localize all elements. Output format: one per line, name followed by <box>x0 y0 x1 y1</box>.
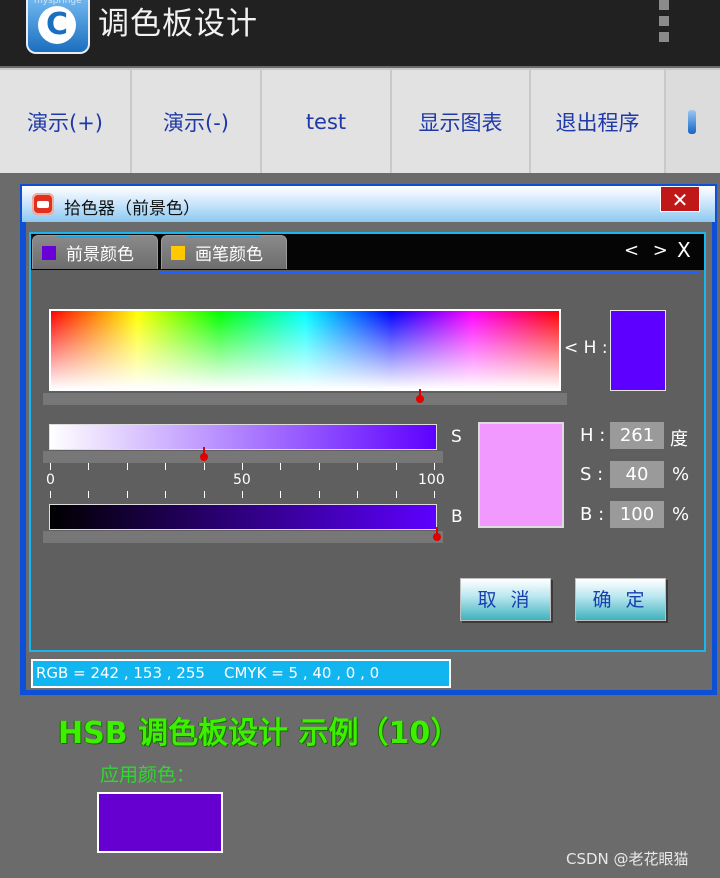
tab-nav-arrows[interactable]: < > <box>624 240 672 261</box>
brightness-slider-thumb[interactable] <box>433 527 441 541</box>
scale-tick <box>280 463 281 470</box>
scale-tick <box>88 491 89 498</box>
saturation-axis-label: S <box>451 427 462 447</box>
scale-tick <box>50 463 51 470</box>
toolbar: 演示(+) 演示(-) test 显示图表 退出程序 <box>0 68 720 173</box>
saturation-bar[interactable] <box>49 424 437 450</box>
app-icon-letter: C <box>38 6 76 44</box>
tab-foreground-color[interactable]: 前景颜色 <box>32 235 158 269</box>
scale-tick <box>280 491 281 498</box>
scale-tick <box>319 491 320 498</box>
scale-tick <box>357 491 358 498</box>
scale-tick <box>127 463 128 470</box>
test-button[interactable]: test <box>262 70 392 173</box>
scale-tick <box>242 491 243 498</box>
calendar-icon <box>32 193 54 215</box>
h-field-label: H : <box>580 425 606 446</box>
tab-close-button[interactable]: X <box>677 238 691 262</box>
saturation-slider-track[interactable] <box>43 447 443 463</box>
tab-brush-color[interactable]: 画笔颜色 <box>161 235 287 269</box>
app-logo-icon: myspringe C <box>26 0 90 54</box>
exit-program-button[interactable]: 退出程序 <box>531 70 666 173</box>
scale-label: 100 <box>418 472 445 488</box>
scale-tick <box>204 491 205 498</box>
demo-title: HSB 调色板设计 示例（10） <box>58 716 461 751</box>
scale-tick <box>357 463 358 470</box>
b-value-input[interactable]: 100 <box>610 501 664 528</box>
scale-tick <box>396 463 397 470</box>
color-values-text: RGB = 242 , 153 , 255 CMYK = 5 , 40 , 0 … <box>36 664 380 682</box>
scale-label: 50 <box>233 472 251 488</box>
b-field-label: B : <box>580 504 605 525</box>
dialog-title: 拾色器（前景色） <box>64 199 200 219</box>
toolbar-scroll-indicator[interactable] <box>688 110 696 134</box>
scale-tick <box>319 463 320 470</box>
tab-accent <box>188 236 260 238</box>
scale-tick <box>165 491 166 498</box>
brush-swatch-icon <box>171 245 185 260</box>
scale-tick <box>204 463 205 470</box>
tab-accent <box>58 236 130 238</box>
brightness-bar[interactable] <box>49 504 437 530</box>
scale-tick <box>434 463 435 470</box>
demo-plus-button[interactable]: 演示(+) <box>0 70 132 173</box>
overflow-menu-icon[interactable] <box>652 0 676 44</box>
tab-label: 前景颜色 <box>66 245 134 265</box>
tab-label: 画笔颜色 <box>195 245 263 265</box>
color-preview <box>478 422 564 528</box>
saturation-slider-thumb[interactable] <box>200 447 209 461</box>
demo-minus-button[interactable]: 演示(-) <box>132 70 262 173</box>
app-title: 调色板设计 <box>98 6 258 42</box>
applied-color-label: 应用颜色： <box>100 764 196 786</box>
scale-tick <box>242 463 243 470</box>
scale-tick <box>127 491 128 498</box>
s-unit: % <box>672 464 690 485</box>
ok-button[interactable]: 确 定 <box>575 578 666 621</box>
dialog-close-button[interactable]: ✕ <box>660 186 700 212</box>
foreground-swatch-icon <box>42 245 56 260</box>
h-value-input[interactable]: 261 <box>610 422 664 449</box>
hue-slider-track[interactable] <box>43 389 567 405</box>
percent-scale: 0 50 100 <box>46 463 445 499</box>
cancel-button[interactable]: 取 消 <box>460 578 551 621</box>
hue-spectrum[interactable] <box>49 309 561 391</box>
s-value-input[interactable]: 40 <box>610 461 664 488</box>
h-unit: 度 <box>670 429 688 450</box>
scale-tick <box>165 463 166 470</box>
show-chart-button[interactable]: 显示图表 <box>392 70 531 173</box>
b-unit: % <box>672 504 690 525</box>
scale-tick <box>88 463 89 470</box>
watermark: CSDN @老花眼猫 <box>566 850 689 868</box>
tab-underline <box>160 271 700 273</box>
scale-tick <box>50 491 51 498</box>
applied-color-swatch <box>97 792 223 853</box>
s-field-label: S : <box>580 464 604 485</box>
scale-tick <box>396 491 397 498</box>
brightness-slider-track[interactable] <box>43 527 443 543</box>
hue-label: < H : <box>564 338 608 358</box>
scale-label: 0 <box>46 472 55 488</box>
brightness-axis-label: B <box>451 507 463 527</box>
hue-swatch <box>610 310 666 391</box>
hue-slider-thumb[interactable] <box>416 389 425 403</box>
scale-tick <box>434 491 435 498</box>
